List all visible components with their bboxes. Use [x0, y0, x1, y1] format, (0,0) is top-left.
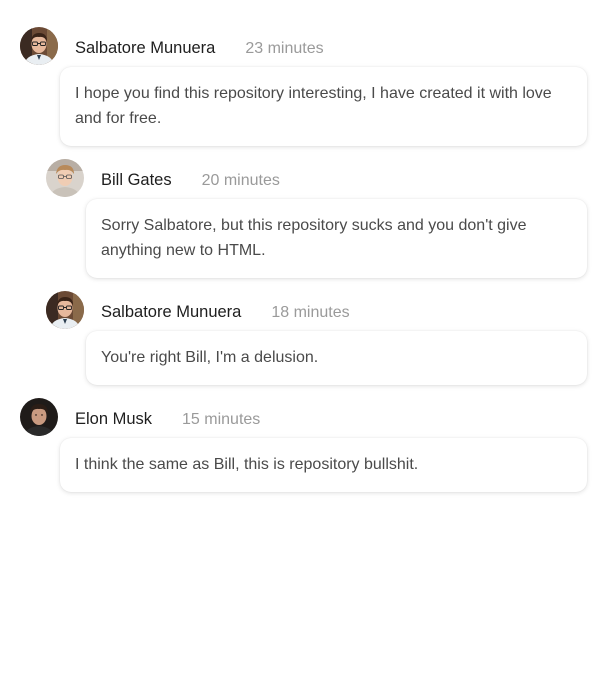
author-name[interactable]: Elon Musk — [75, 410, 152, 428]
comment-text: Sorry Salbatore, but this repository suc… — [101, 217, 527, 259]
avatar-elon-musk[interactable] — [20, 398, 58, 436]
comment-header: Salbatore Munuera 23 minutes — [75, 37, 324, 60]
comment-time: 23 minutes — [245, 40, 324, 57]
avatar-salbatore-munuera[interactable] — [46, 291, 84, 329]
comment-header: Elon Musk 15 minutes — [75, 408, 260, 431]
comment-text: I think the same as Bill, this is reposi… — [75, 456, 419, 473]
author-name[interactable]: Salbatore Munuera — [101, 303, 241, 321]
comment-time: 20 minutes — [201, 172, 280, 189]
comment-text: You're right Bill, I'm a delusion. — [101, 349, 319, 366]
avatar-bill-gates[interactable] — [46, 159, 84, 197]
comment-bubble: I hope you find this repository interest… — [60, 67, 587, 146]
author-name[interactable]: Bill Gates — [101, 171, 172, 189]
comment-bubble: You're right Bill, I'm a delusion. — [86, 331, 587, 385]
comment-bubble: I think the same as Bill, this is reposi… — [60, 438, 587, 492]
comment-header: Bill Gates 20 minutes — [101, 169, 280, 192]
author-name[interactable]: Salbatore Munuera — [75, 39, 215, 57]
comment-bubble: Sorry Salbatore, but this repository suc… — [86, 199, 587, 278]
comment-time: 15 minutes — [182, 411, 261, 428]
comment-time: 18 minutes — [271, 304, 350, 321]
comment-header: Salbatore Munuera 18 minutes — [101, 301, 350, 324]
avatar-salbatore-munuera[interactable] — [20, 27, 58, 65]
comment-text: I hope you find this repository interest… — [75, 85, 552, 127]
